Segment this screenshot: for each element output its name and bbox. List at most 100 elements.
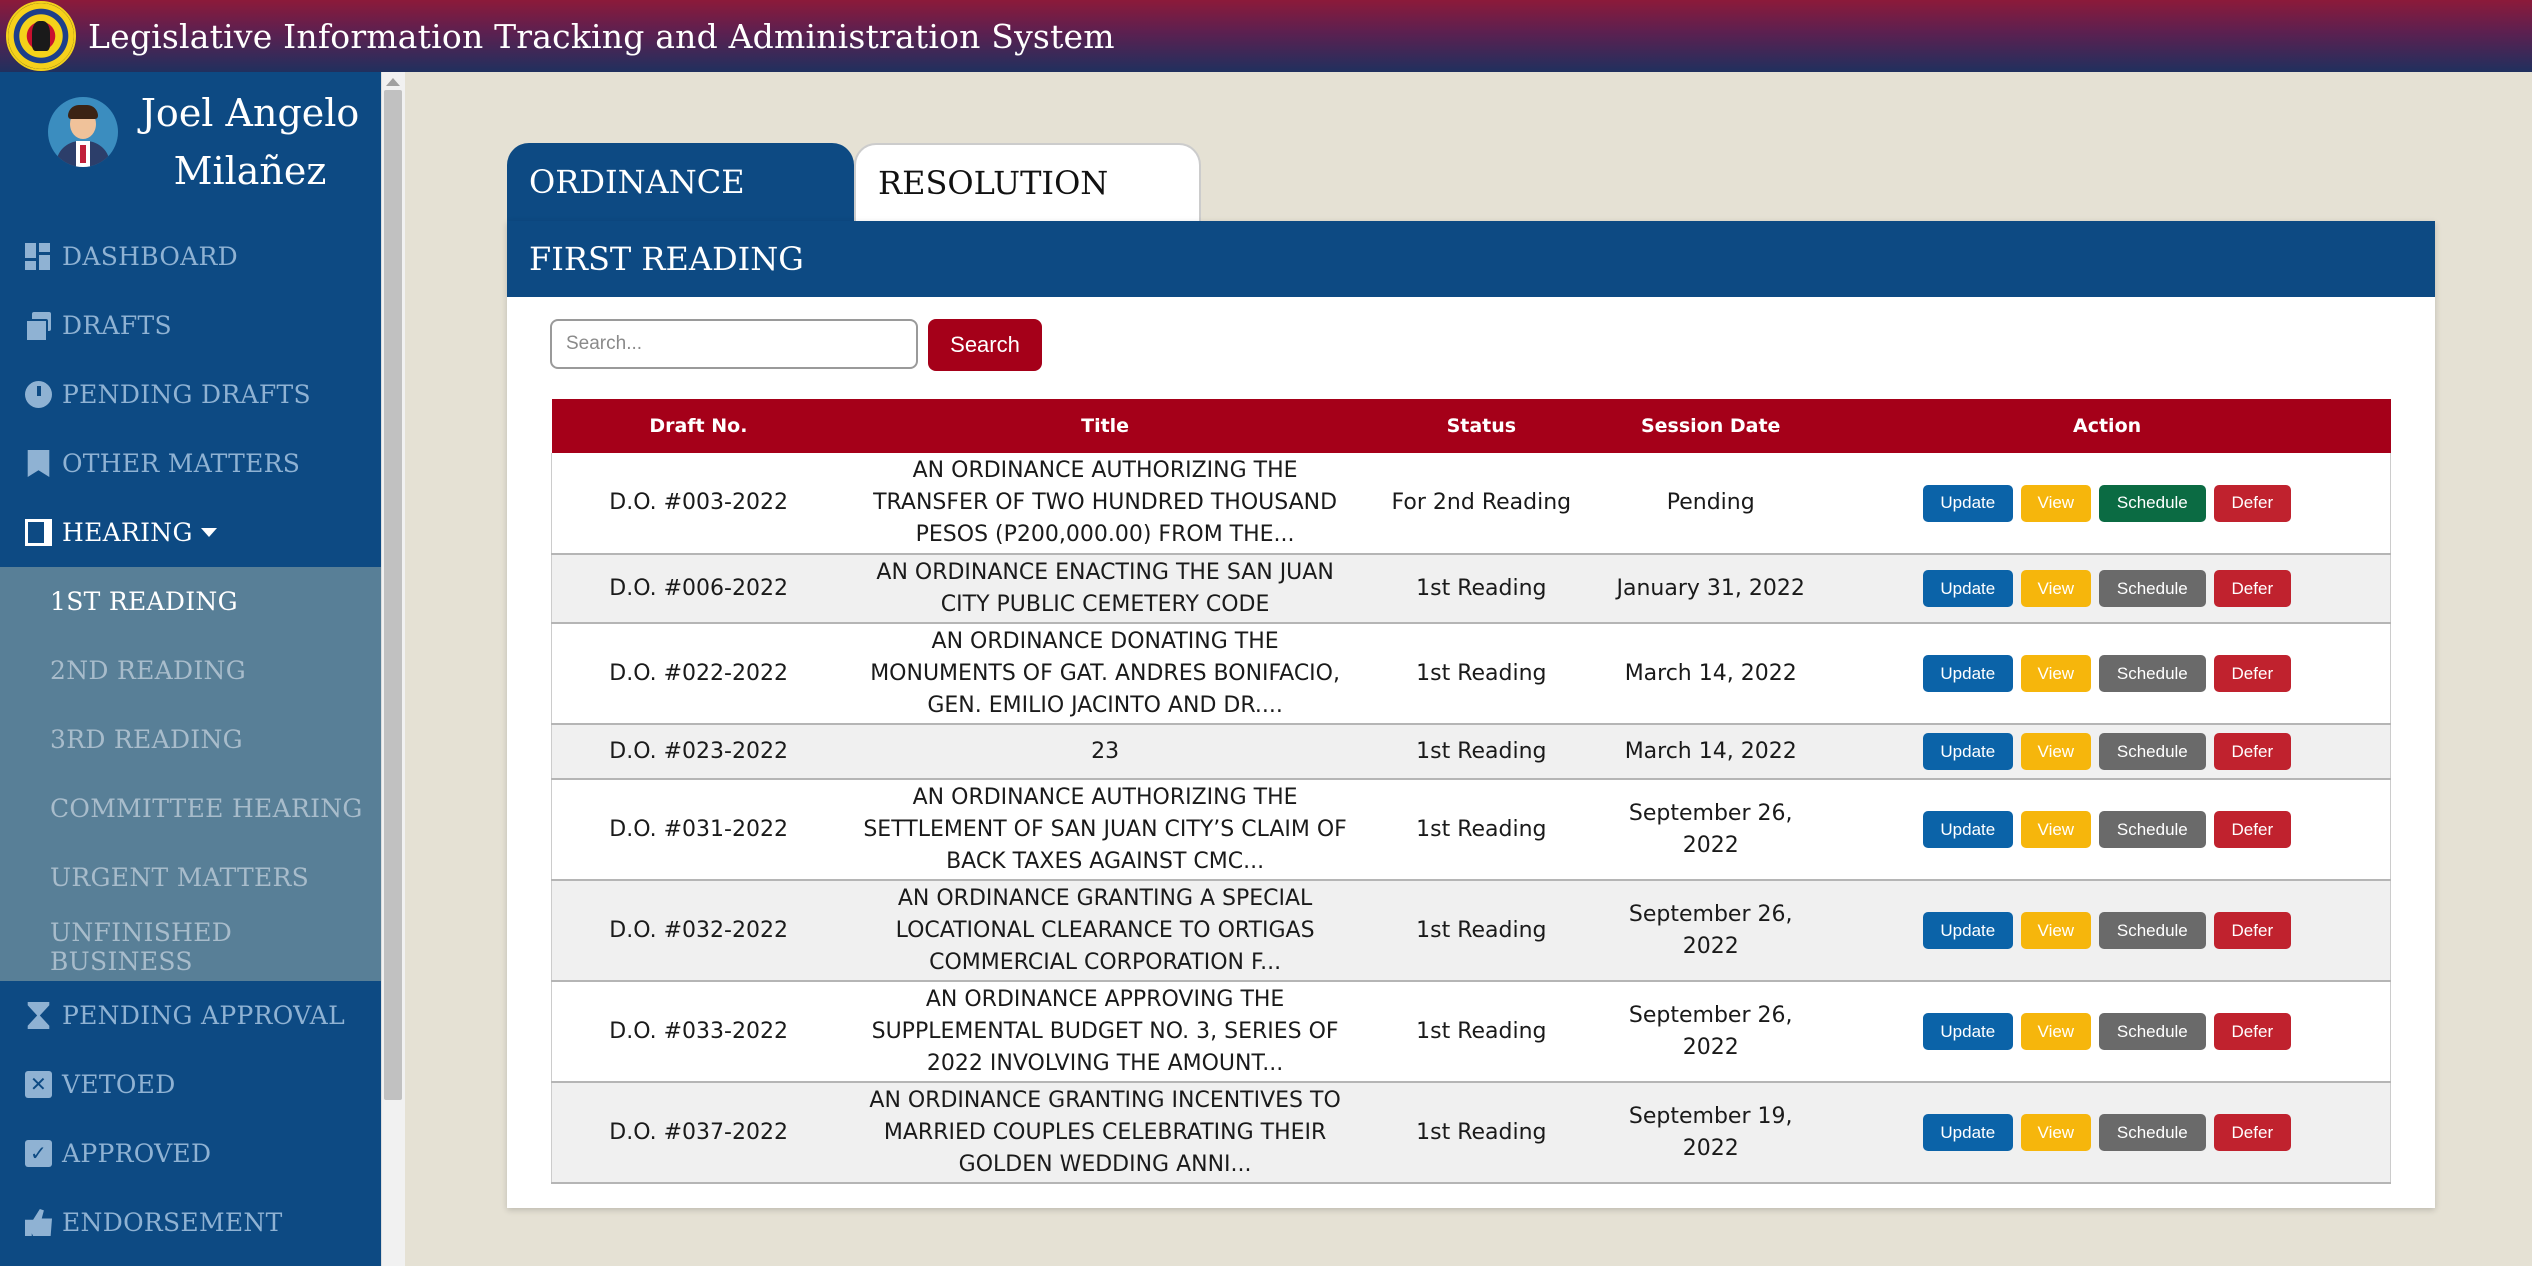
schedule-button[interactable]: Schedule [2098,1013,2206,1050]
x-box-icon: ✕ [25,1071,52,1098]
sidebar-item-pending-drafts[interactable]: PENDING DRAFTS [0,360,381,429]
sidebar-item-dashboard[interactable]: DASHBOARD [0,222,381,291]
submenu-item-2nd-reading[interactable]: 2ND READING [0,636,381,705]
view-button[interactable]: View [2020,1114,2091,1151]
schedule-button[interactable]: Schedule [2098,912,2206,949]
cell-status: 1st Reading [1364,623,1598,725]
update-button[interactable]: Update [1922,1114,2013,1151]
cell-session-date: September 26, 2022 [1597,779,1824,881]
table-header-row: Draft No. Title Status Session Date Acti… [551,399,2391,453]
search-button[interactable]: Search [928,319,1042,371]
update-button[interactable]: Update [1922,912,2013,949]
schedule-button[interactable]: Schedule [2098,733,2206,770]
cell-draft-no: D.O. #023-2022 [551,724,846,780]
sidebar-item-vetoed[interactable]: ✕ VETOED [0,1050,381,1119]
view-button[interactable]: View [2020,811,2091,848]
cell-title: AN ORDINANCE GRANTING A SPECIAL LOCATION… [845,880,1365,982]
check-box-icon: ✓ [25,1140,52,1167]
cell-session-date: September 26, 2022 [1597,880,1824,982]
submenu-item-1st-reading[interactable]: 1ST READING [0,567,381,636]
cell-actions: Update View Schedule Defer [1823,623,2391,725]
defer-button[interactable]: Defer [2213,655,2291,692]
defer-button[interactable]: Defer [2213,1013,2291,1050]
sidebar-item-label: OTHER MATTERS [62,449,301,478]
cell-status: 1st Reading [1364,880,1598,982]
sidebar-item-other-matters[interactable]: OTHER MATTERS [0,429,381,498]
schedule-button[interactable]: Schedule [2098,655,2206,692]
defer-button[interactable]: Defer [2213,570,2291,607]
cell-status: 1st Reading [1364,981,1598,1083]
sidebar-item-hearing[interactable]: HEARING [0,498,381,567]
defer-button[interactable]: Defer [2213,811,2291,848]
sidebar-item-endorsement[interactable]: ENDORSEMENT [0,1188,381,1257]
cell-status: 1st Reading [1364,779,1598,881]
submenu-item-unfinished-business[interactable]: UNFINISHED BUSINESS [0,912,381,981]
sidebar-item-label: DASHBOARD [62,242,238,271]
scroll-up-arrow-icon[interactable] [386,78,400,86]
schedule-button[interactable]: Schedule [2098,1114,2206,1151]
view-button[interactable]: View [2020,733,2091,770]
cell-draft-no: D.O. #022-2022 [551,623,846,725]
schedule-button[interactable]: Schedule [2098,811,2206,848]
view-button[interactable]: View [2020,655,2091,692]
cell-actions: Update View Schedule Defer [1823,981,2391,1083]
user-name: Joel Angelo Milañez [140,91,360,193]
view-button[interactable]: View [2020,484,2091,522]
cell-session-date: September 26, 2022 [1597,981,1824,1083]
view-button[interactable]: View [2020,570,2091,607]
table-row: D.O. #033-2022 AN ORDINANCE APPROVING THE… [551,981,2391,1083]
defer-button[interactable]: Defer [2213,484,2291,522]
clock-icon [25,381,52,408]
submenu-item-urgent-matters[interactable]: URGENT MATTERS [0,843,381,912]
schedule-button[interactable]: Schedule [2098,484,2206,522]
update-button[interactable]: Update [1922,484,2013,522]
sidebar-item-label: HEARING [62,518,193,547]
sidebar-item-label: DRAFTS [62,311,172,340]
table-row: D.O. #032-2022 AN ORDINANCE GRANTING A SP… [551,880,2391,982]
cell-title: 23 [845,724,1365,780]
thumbs-up-icon [25,1209,52,1236]
submenu-item-3rd-reading[interactable]: 3RD READING [0,705,381,774]
cell-status: 1st Reading [1364,554,1598,624]
cell-title: AN ORDINANCE DONATING THE MONUMENTS OF G… [845,623,1365,725]
defer-button[interactable]: Defer [2213,1114,2291,1151]
cell-draft-no: D.O. #032-2022 [551,880,846,982]
view-button[interactable]: View [2020,1013,2091,1050]
sidebar-item-pending-approval[interactable]: PENDING APPROVAL [0,981,381,1050]
cell-title: AN ORDINANCE AUTHORIZING THE TRANSFER OF… [845,453,1365,555]
view-button[interactable]: View [2020,912,2091,949]
avatar [48,97,118,167]
defer-button[interactable]: Defer [2213,912,2291,949]
update-button[interactable]: Update [1922,1013,2013,1050]
defer-button[interactable]: Defer [2213,733,2291,770]
update-button[interactable]: Update [1922,655,2013,692]
table-row: D.O. #006-2022 AN ORDINANCE ENACTING THE … [551,554,2391,624]
schedule-button[interactable]: Schedule [2098,570,2206,607]
tab-resolution[interactable]: RESOLUTION [854,143,1201,221]
sidebar-scrollbar-thumb[interactable] [384,90,402,1100]
drafts-table: Draft No. Title Status Session Date Acti… [551,399,2391,1184]
update-button[interactable]: Update [1922,570,2013,607]
cell-session-date: January 31, 2022 [1597,554,1824,624]
column-header-status[interactable]: Status [1365,399,1598,453]
cell-session-date: March 14, 2022 [1597,623,1824,725]
sidebar-item-drafts[interactable]: DRAFTS [0,291,381,360]
cell-status: 1st Reading [1364,1082,1598,1184]
column-header-draft-no[interactable]: Draft No. [552,399,846,453]
cell-status: For 2nd Reading [1364,453,1598,555]
update-button[interactable]: Update [1922,733,2013,770]
cell-actions: Update View Schedule Defer [1823,453,2391,555]
sidebar: Joel Angelo Milañez DASHBOARD DRAFTS PEN… [0,72,381,1266]
search-input[interactable] [550,319,918,369]
column-header-title[interactable]: Title [845,399,1365,453]
sidebar-item-approved[interactable]: ✓ APPROVED [0,1119,381,1188]
tab-ordinance[interactable]: ORDINANCE [507,143,854,221]
first-reading-panel: FIRST READING Search Draft No. Title Sta… [507,221,2435,1208]
table-row: D.O. #031-2022 AN ORDINANCE AUTHORIZING T… [551,779,2391,881]
submenu-item-committee-hearing[interactable]: COMMITTEE HEARING [0,774,381,843]
table-row: D.O. #023-2022 23 1st Reading March 14, 202… [551,724,2391,780]
column-header-session-date[interactable]: Session Date [1598,399,1824,453]
cell-session-date: September 19, 2022 [1597,1082,1824,1184]
update-button[interactable]: Update [1922,811,2013,848]
cell-actions: Update View Schedule Defer [1823,880,2391,982]
